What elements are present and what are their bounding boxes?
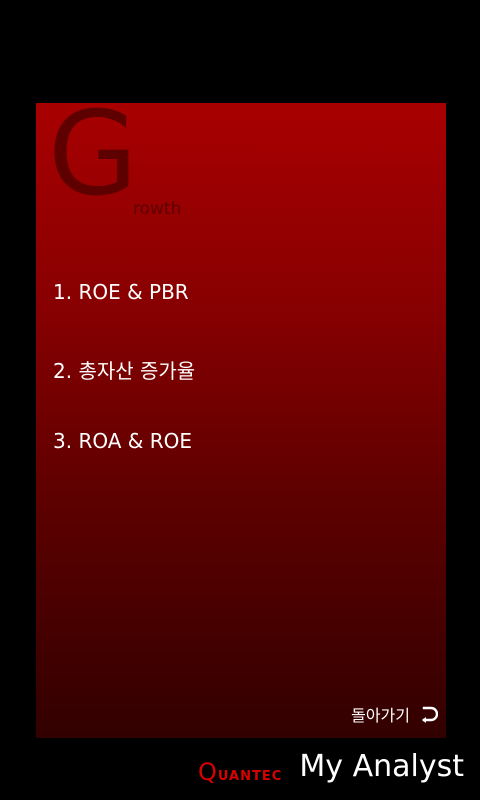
brand-logo-text: UANTEC bbox=[217, 769, 283, 784]
brand-logo-q: Q bbox=[198, 758, 217, 786]
section-title-rest: rowth bbox=[133, 199, 182, 219]
section-initial-letter: G bbox=[48, 103, 138, 222]
back-button-label: 돌아가기 bbox=[351, 706, 410, 725]
footer: Q UANTEC My Analyst bbox=[0, 740, 480, 800]
growth-menu-panel: G rowth 1. ROE & PBR 2. 총자산 증가율 3. ROA &… bbox=[36, 103, 446, 738]
quantec-logo: Q UANTEC bbox=[198, 754, 282, 784]
menu-item-total-asset-growth[interactable]: 2. 총자산 증가율 bbox=[53, 355, 195, 384]
return-arrow-icon bbox=[420, 705, 439, 723]
app-title: My Analyst bbox=[299, 749, 464, 784]
menu-item-roe-pbr[interactable]: 1. ROE & PBR bbox=[53, 280, 189, 304]
screen: G rowth 1. ROE & PBR 2. 총자산 증가율 3. ROA &… bbox=[0, 0, 480, 800]
menu-item-roa-roe[interactable]: 3. ROA & ROE bbox=[53, 429, 192, 453]
back-button[interactable]: 돌아가기 bbox=[351, 702, 439, 726]
